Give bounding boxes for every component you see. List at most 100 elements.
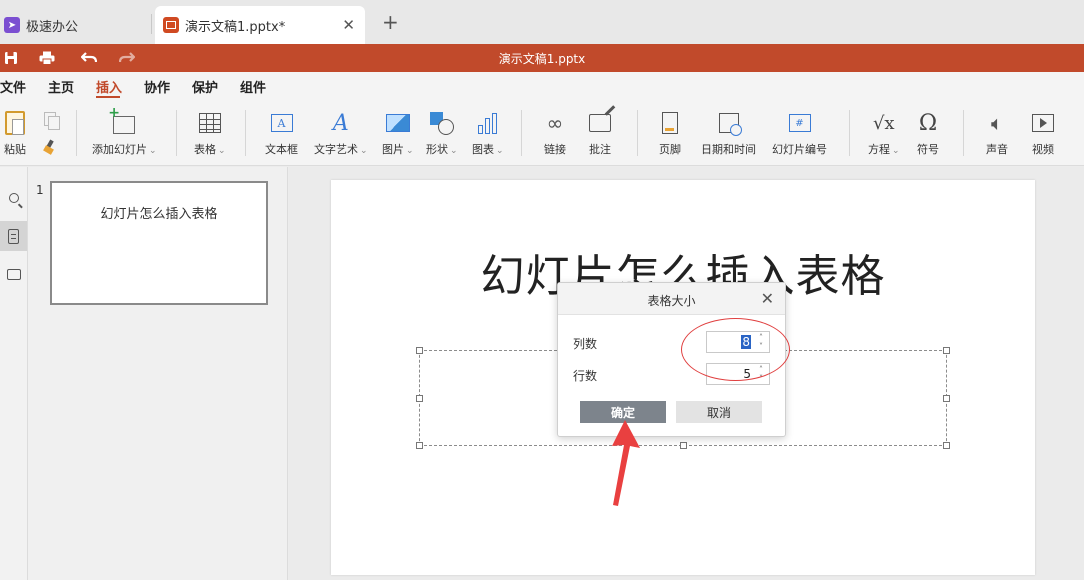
video-button[interactable]: 视频	[1032, 110, 1054, 157]
chevron-down-icon: ⌄	[450, 146, 458, 156]
slide-number-label: 幻灯片编号	[772, 143, 827, 156]
comment-icon	[6, 268, 21, 280]
wordart-label: 文字艺术	[314, 143, 358, 156]
chevron-down-icon: ⌄	[149, 146, 157, 156]
wordart-button[interactable]: A 文字艺术 ⌄	[314, 110, 368, 157]
slide-number-button[interactable]: # 幻灯片编号	[772, 110, 827, 157]
add-slide-icon	[108, 105, 136, 134]
footer-button[interactable]: 页脚	[659, 110, 681, 157]
rocket-icon: ➤	[4, 17, 20, 33]
omega-icon: Ω	[918, 110, 938, 136]
menu-home[interactable]: 主页	[48, 77, 74, 96]
resize-handle[interactable]	[943, 347, 950, 354]
dialog-header: 表格大小 ✕	[558, 283, 785, 315]
search-icon	[8, 193, 19, 203]
resize-handle[interactable]	[943, 395, 950, 402]
equation-icon: √x	[872, 112, 895, 134]
link-button[interactable]: ∞ 链接	[544, 110, 566, 157]
menu-collaborate[interactable]: 协作	[144, 77, 170, 96]
resize-handle[interactable]	[416, 395, 423, 402]
close-icon[interactable]: ✕	[761, 289, 774, 308]
textbox-label: 文本框	[265, 143, 298, 156]
audio-button[interactable]: 🔈︎ 声音	[986, 110, 1008, 157]
audio-label: 声音	[986, 143, 1008, 156]
chevron-down-icon: ⌄	[360, 146, 368, 156]
resize-handle[interactable]	[943, 442, 950, 449]
menu-insert[interactable]: 插入	[96, 77, 122, 96]
datetime-button[interactable]: 日期和时间	[701, 110, 756, 157]
resize-handle[interactable]	[416, 347, 423, 354]
resize-handle[interactable]	[680, 442, 687, 449]
datetime-label: 日期和时间	[701, 143, 756, 156]
left-tool-rail	[0, 167, 28, 580]
presentation-icon	[163, 17, 179, 33]
textbox-button[interactable]: A 文本框	[265, 110, 298, 157]
equation-label: 方程	[868, 143, 890, 156]
ribbon-divider	[963, 110, 964, 156]
link-label: 链接	[544, 143, 566, 156]
comment-button[interactable]: 批注	[589, 110, 611, 157]
speaker-icon: 🔈︎	[991, 111, 1003, 135]
insert-ribbon: 粘贴 添加幻灯片⌄ 表格⌄ A 文本框 A 文字艺术⌄ 图片⌄ 形状⌄ 图表⌄ …	[0, 100, 1084, 166]
copy-icon[interactable]	[44, 112, 60, 130]
add-slide-label: 添加幻灯片	[92, 143, 147, 156]
footer-icon	[662, 112, 678, 134]
rows-label: 行数	[573, 369, 598, 383]
tab-document[interactable]: 演示文稿1.pptx* ✕	[155, 6, 365, 44]
thumbnail-title: 幻灯片怎么插入表格	[100, 207, 218, 222]
menu-plugins[interactable]: 组件	[240, 77, 266, 96]
add-slide-button[interactable]: 添加幻灯片⌄	[92, 105, 157, 157]
table-icon	[198, 113, 221, 133]
textbox-icon: A	[270, 114, 293, 132]
shape-label: 形状	[426, 143, 448, 156]
wordart-icon: A	[332, 110, 349, 136]
symbol-button[interactable]: Ω 符号	[917, 110, 939, 157]
format-painter-icon[interactable]	[44, 140, 56, 154]
slide-thumbnail[interactable]: 幻灯片怎么插入表格	[50, 181, 268, 305]
tab-home-label: 极速办公	[26, 19, 79, 35]
table-button[interactable]: 表格 ⌄	[194, 110, 226, 157]
plus-icon[interactable]: +	[382, 10, 399, 34]
shape-icon	[429, 112, 454, 135]
equation-button[interactable]: √x 方程 ⌄	[868, 110, 900, 157]
tab-home[interactable]: ➤ 极速办公	[0, 6, 150, 44]
paste-label: 粘贴	[4, 143, 26, 156]
menu-file[interactable]: 文件	[0, 77, 26, 96]
active-menu-indicator	[96, 96, 120, 98]
menu-protect[interactable]: 保护	[192, 77, 218, 96]
chevron-down-icon: ⌄	[218, 146, 226, 156]
resize-handle[interactable]	[416, 442, 423, 449]
image-button[interactable]: 图片 ⌄	[382, 110, 414, 157]
symbol-label: 符号	[917, 143, 939, 156]
chart-button[interactable]: 图表 ⌄	[472, 110, 504, 157]
shape-button[interactable]: 形状 ⌄	[426, 110, 458, 157]
image-icon	[385, 114, 410, 132]
close-tab-icon[interactable]: ✕	[342, 16, 355, 34]
chevron-down-icon: ⌄	[496, 146, 504, 156]
search-button[interactable]	[0, 183, 27, 213]
title-bar: 演示文稿1.pptx	[0, 44, 1084, 72]
paste-button[interactable]: 粘贴	[4, 110, 26, 157]
video-label: 视频	[1032, 143, 1054, 156]
footer-label: 页脚	[659, 143, 681, 156]
comments-panel-button[interactable]	[0, 259, 27, 289]
table-label: 表格	[194, 143, 216, 156]
tab-document-label: 演示文稿1.pptx*	[185, 19, 286, 35]
ribbon-divider	[176, 110, 177, 156]
highlight-circle	[681, 318, 790, 381]
ribbon-divider	[245, 110, 246, 156]
ribbon-divider	[849, 110, 850, 156]
ribbon-divider	[76, 110, 77, 156]
browser-tab-strip: ➤ 极速办公 演示文稿1.pptx* ✕ +	[0, 0, 1084, 44]
cancel-button[interactable]: 取消	[676, 401, 762, 423]
dialog-title: 表格大小	[647, 294, 696, 308]
image-label: 图片	[382, 143, 404, 156]
comment-label: 批注	[589, 143, 611, 156]
tab-divider	[151, 14, 152, 34]
video-icon	[1032, 114, 1054, 132]
comment-icon	[589, 114, 611, 132]
slide-number-icon: #	[788, 114, 811, 132]
chevron-down-icon: ⌄	[406, 146, 414, 156]
chart-label: 图表	[472, 143, 494, 156]
slides-panel-button[interactable]	[0, 221, 27, 251]
